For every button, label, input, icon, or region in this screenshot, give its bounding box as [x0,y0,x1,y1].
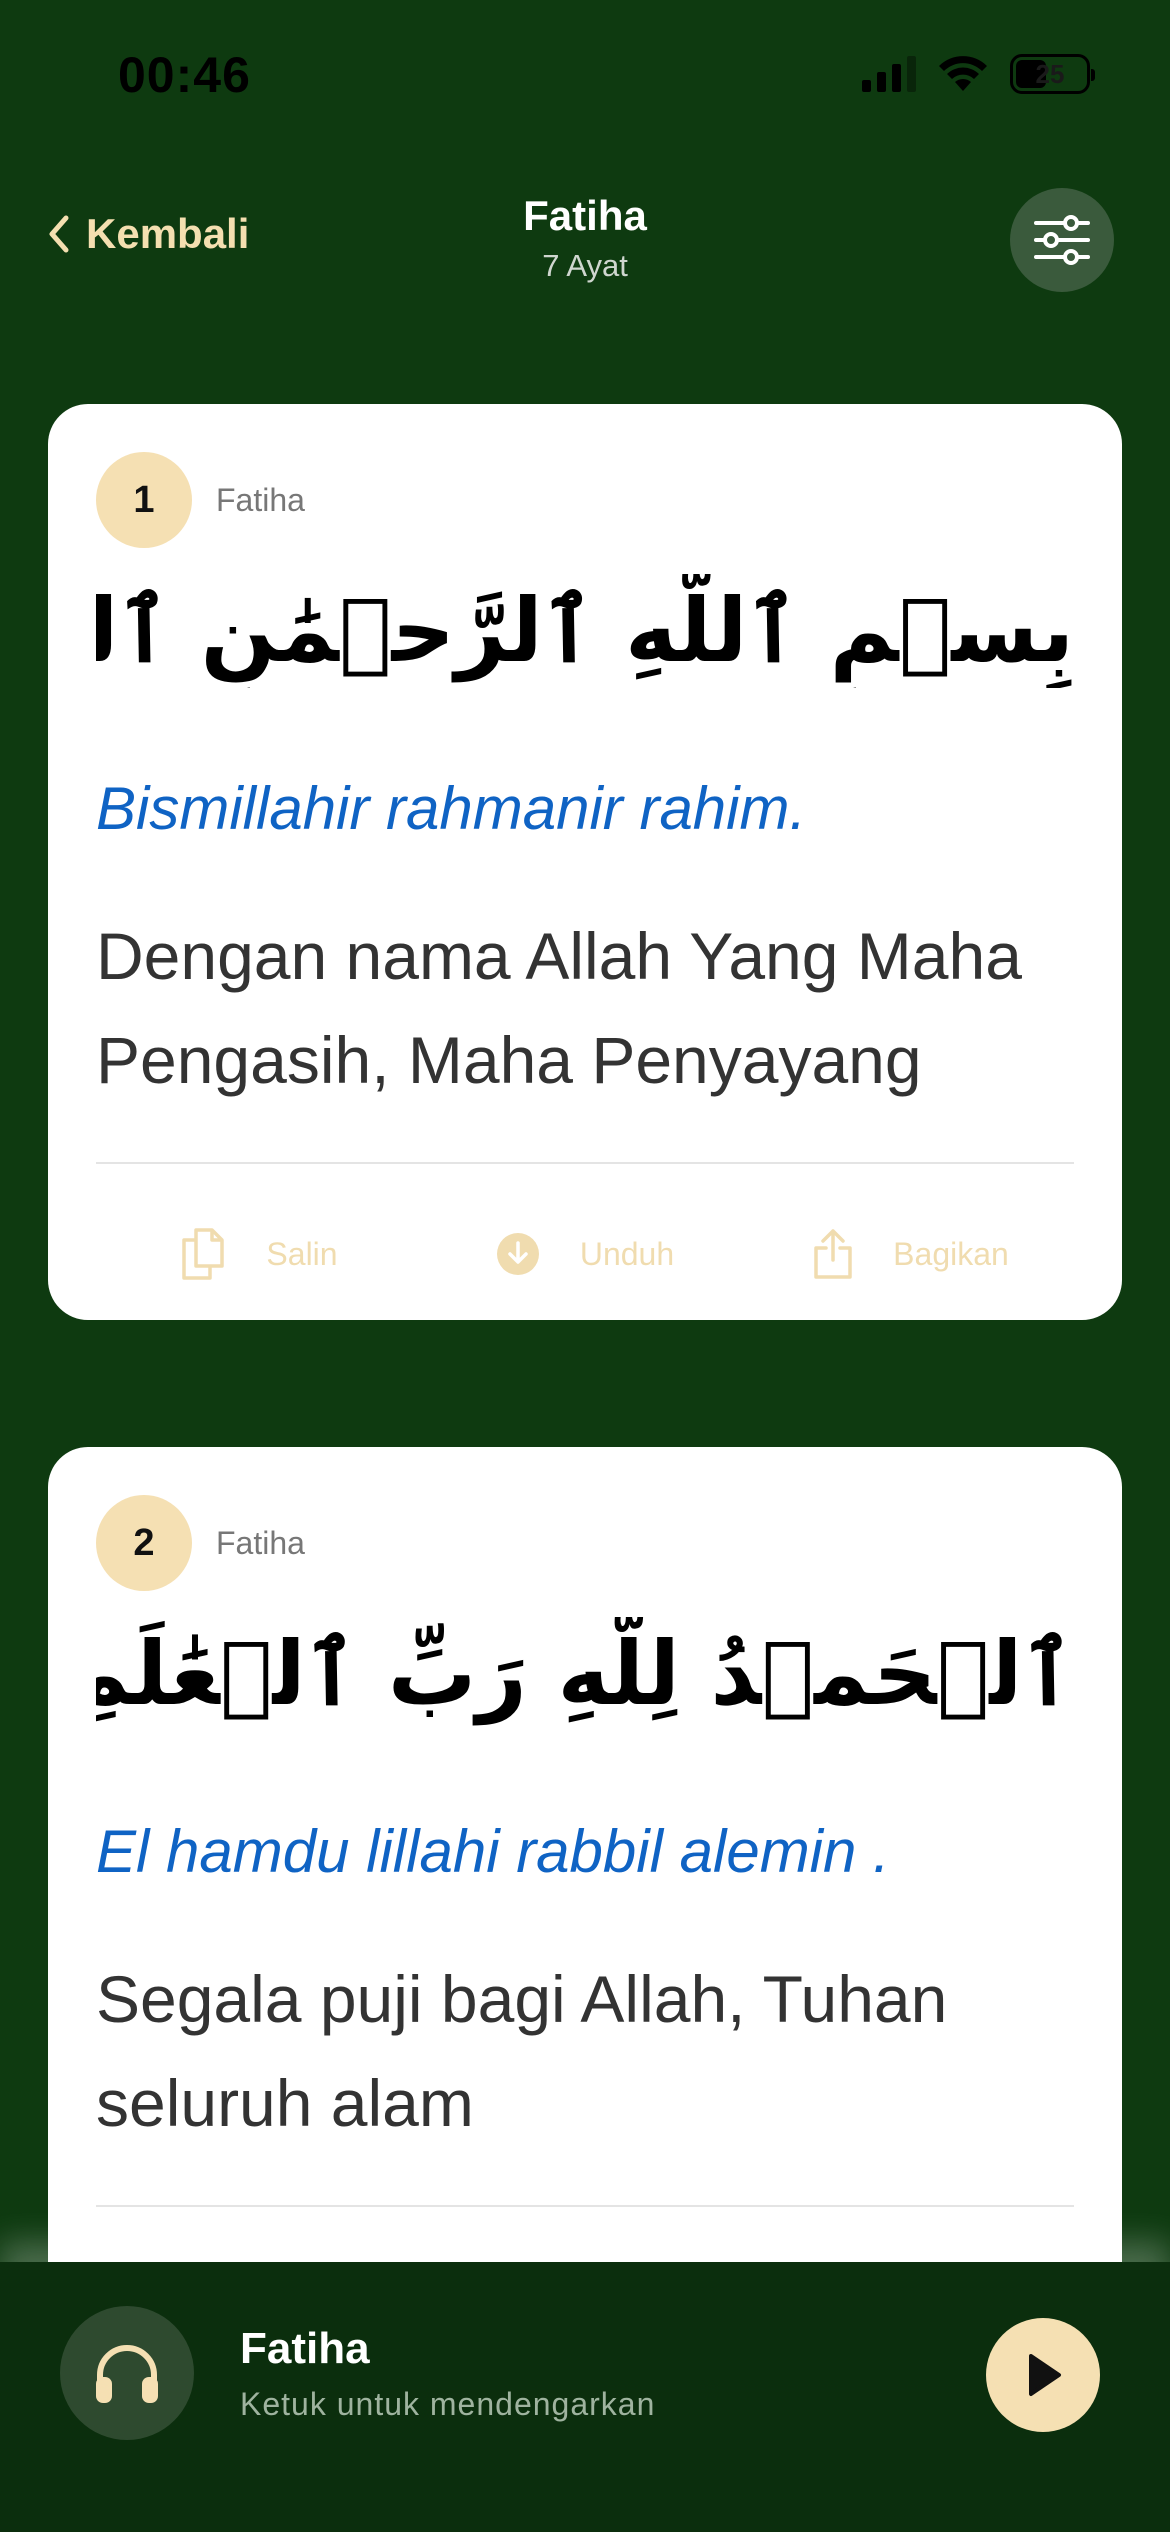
battery-level: 25 [1035,58,1065,89]
status-bar: 00:46 25 [0,0,1170,150]
divider [96,1162,1074,1164]
share-label: Bagikan [893,1235,1009,1272]
nav-center: Fatiha 7 Ayat [0,192,1170,284]
arabic-text: بِسۡمِ ٱللَّهِ ٱلرَّحۡمَٰنِ ٱلرَّحِيمِ [96,579,1074,682]
play-icon [1029,2354,1061,2396]
surah-label: Fatiha [216,1525,305,1561]
download-label: Unduh [579,1235,675,1272]
translation-text: Segala puji bagi Allah, Tuhan seluruh al… [96,1962,948,2140]
status-time: 00:46 [118,47,251,103]
transliteration-text: El hamdu lillahi rabbil alemin . [96,1818,890,1885]
copy-label: Salin [266,1235,338,1272]
download-icon [496,1233,539,1275]
share-button[interactable]: Bagikan [748,1228,1074,1280]
transliteration-text: Bismillahir rahmanir rahim. [96,775,807,842]
download-button[interactable]: Unduh [422,1232,748,1276]
arabic-text: ٱلۡحَمۡدُ لِلَّهِ رَبِّ ٱلۡعَٰلَمِينَ [96,1622,1074,1725]
nav-bar: Kembali Fatiha 7 Ayat [0,180,1170,310]
audio-player-bar[interactable]: Fatiha Ketuk untuk mendengarkan [0,2262,1170,2532]
ayah-actions: Salin Unduh Bagikan [96,1204,1074,1304]
surah-label: Fatiha [216,482,305,518]
sliders-icon [1034,215,1090,265]
page-title: Fatiha [523,192,647,239]
cellular-signal-icon [862,56,916,92]
headphones-icon [60,2306,194,2440]
player-subtitle: Ketuk untuk mendengarkan [240,2386,656,2422]
divider [96,2205,1074,2207]
copy-button[interactable]: Salin [96,1228,422,1280]
player-title: Fatiha [240,2324,370,2373]
play-button[interactable] [986,2318,1100,2432]
ayah-number-badge: 1 [96,452,192,548]
battery-icon: 25 [1010,54,1095,94]
wifi-icon [939,56,987,91]
ayah-count: 7 Ayat [542,248,628,283]
share-icon [814,1229,852,1279]
ayah-number-badge: 2 [96,1495,192,1591]
settings-button[interactable] [1010,188,1114,292]
ayah-card: 1 Fatiha بِسۡمِ ٱللَّهِ ٱلرَّحۡمَٰنِ ٱلر… [48,404,1122,1320]
status-icons: 25 [862,54,1095,94]
translation-text: Dengan nama Allah Yang Maha Pengasih, Ma… [96,919,1022,1097]
copy-icon [182,1228,225,1280]
